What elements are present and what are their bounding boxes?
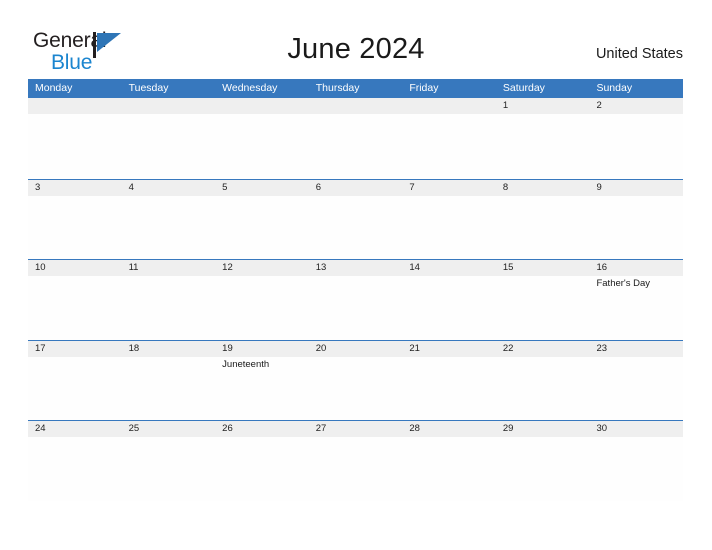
day-number[interactable]: 14 [402,260,496,276]
weekday-header-saturday: Saturday [502,82,545,94]
day-number[interactable] [28,98,122,114]
weekday-header-tuesday: Tuesday [128,82,169,94]
weekday-header-thursday: Thursday [315,82,360,94]
calendar-week-row: 3 4 5 6 7 8 9 [28,178,683,260]
calendar-week-row: 10 11 12 13 14 15 16 Father's Day [28,259,683,340]
weekday-header-wednesday: Wednesday [222,82,278,94]
day-cell[interactable] [28,437,122,501]
day-number[interactable]: 27 [309,421,403,437]
day-cell[interactable] [309,437,403,501]
week-content-row: Father's Day [28,276,683,340]
day-number[interactable]: 18 [122,341,216,357]
day-number[interactable]: 11 [122,260,216,276]
day-cell[interactable] [122,357,216,421]
day-number[interactable]: 22 [496,341,590,357]
calendar-week-row: 17 18 19 20 21 22 23 Juneteenth [28,339,683,421]
day-cell[interactable] [496,437,590,501]
week-daynumber-band: 24 25 26 27 28 29 30 [28,420,683,437]
day-cell[interactable] [215,437,309,501]
day-cell[interactable] [28,276,122,340]
week-daynumber-band: 17 18 19 20 21 22 23 [28,339,683,357]
day-cell[interactable] [589,196,683,260]
day-number[interactable]: 30 [589,421,683,437]
day-cell-juneteenth[interactable]: Juneteenth [215,357,309,421]
weekday-header-sunday: Sunday [596,82,633,94]
day-event: Juneteenth [222,358,270,370]
page-header: General Blue June 2024 United States [0,0,712,79]
day-number[interactable]: 26 [215,421,309,437]
day-cell[interactable] [28,114,122,178]
calendar-grid: Monday Tuesday Wednesday Thursday Friday… [28,79,683,501]
calendar-week-row: 1 2 [28,98,683,179]
weekday-header-friday: Friday [409,82,439,94]
day-cell[interactable] [402,114,496,178]
day-number[interactable]: 7 [402,180,496,196]
day-number[interactable]: 20 [309,341,403,357]
day-event: Father's Day [596,278,651,289]
day-number[interactable]: 16 [589,260,683,276]
day-cell[interactable] [402,276,496,340]
day-cell[interactable] [402,437,496,501]
day-cell[interactable] [122,196,216,260]
day-number[interactable]: 2 [589,98,683,114]
week-content-row: Juneteenth [28,356,683,421]
day-cell[interactable] [309,276,403,340]
week-daynumber-band: 1 2 [28,98,683,114]
day-cell[interactable] [496,357,590,421]
day-cell[interactable] [28,357,122,421]
day-number[interactable] [122,98,216,114]
day-cell[interactable] [589,114,683,178]
weekday-header-row: Monday Tuesday Wednesday Thursday Friday… [28,79,683,98]
day-number[interactable] [309,98,403,114]
day-cell-fathers-day[interactable]: Father's Day [589,276,683,340]
calendar-page: General Blue June 2024 United States Mon… [0,0,712,550]
day-number[interactable]: 21 [402,341,496,357]
day-number[interactable]: 6 [309,180,403,196]
day-number[interactable]: 8 [496,180,590,196]
calendar-week-row: 24 25 26 27 28 29 30 [28,420,683,501]
day-cell[interactable] [122,276,216,340]
week-daynumber-band: 3 4 5 6 7 8 9 [28,178,683,196]
day-cell[interactable] [215,114,309,178]
day-cell[interactable] [309,357,403,421]
day-number[interactable]: 24 [28,421,122,437]
day-cell[interactable] [215,276,309,340]
day-cell[interactable] [309,114,403,178]
day-cell[interactable] [122,437,216,501]
day-cell[interactable] [215,196,309,260]
week-content-row [28,437,683,501]
country-label: United States [595,46,683,62]
day-number[interactable]: 29 [496,421,590,437]
day-number[interactable] [402,98,496,114]
day-number[interactable]: 28 [402,421,496,437]
day-number[interactable] [215,98,309,114]
day-cell[interactable] [402,357,496,421]
day-number[interactable]: 5 [215,180,309,196]
day-number[interactable]: 15 [496,260,590,276]
day-cell[interactable] [589,437,683,501]
day-number[interactable]: 25 [122,421,216,437]
day-cell[interactable] [402,196,496,260]
day-cell[interactable] [28,196,122,260]
day-number[interactable]: 17 [28,341,122,357]
day-number[interactable]: 1 [496,98,590,114]
week-content-row [28,114,683,178]
day-cell[interactable] [589,357,683,421]
day-cell[interactable] [496,114,590,178]
day-number[interactable]: 13 [309,260,403,276]
day-number[interactable]: 23 [589,341,683,357]
day-number[interactable]: 3 [28,180,122,196]
day-number[interactable]: 10 [28,260,122,276]
day-cell[interactable] [496,276,590,340]
day-number[interactable]: 4 [122,180,216,196]
day-number[interactable]: 12 [215,260,309,276]
week-content-row [28,195,683,260]
day-cell[interactable] [496,196,590,260]
day-cell[interactable] [309,196,403,260]
day-number[interactable]: 9 [589,180,683,196]
day-number[interactable]: 19 [215,341,309,357]
weekday-header-monday: Monday [35,82,73,94]
day-cell[interactable] [122,114,216,178]
week-daynumber-band: 10 11 12 13 14 15 16 [28,259,683,276]
